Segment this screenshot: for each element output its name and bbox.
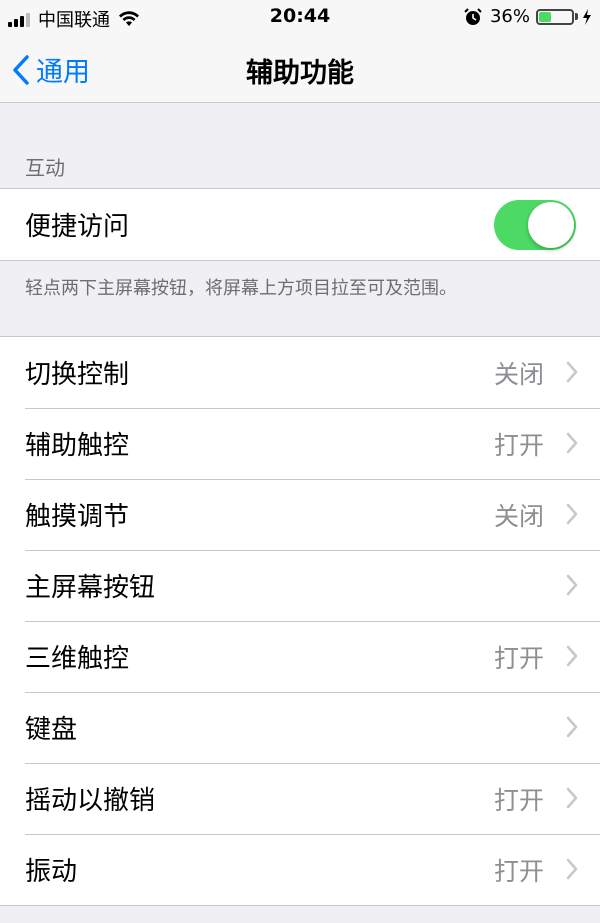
list-item[interactable]: 摇动以撤销 打开 xyxy=(0,763,600,834)
navigation-bar: 通用 辅助功能 xyxy=(0,34,600,103)
chevron-right-icon xyxy=(566,574,578,596)
section-header: 互动 xyxy=(25,156,65,180)
list-item-label: 触摸调节 xyxy=(25,502,130,532)
chevron-right-icon xyxy=(566,645,578,667)
list-item-label: 切换控制 xyxy=(25,360,130,390)
list-item[interactable]: 键盘 xyxy=(0,692,600,763)
page-title: 辅助功能 xyxy=(246,58,354,89)
list-item[interactable]: 振动 打开 xyxy=(0,834,600,905)
list-item-label: 键盘 xyxy=(25,715,78,745)
list-item-label: 主屏幕按钮 xyxy=(25,573,156,603)
list-item-value: 打开 xyxy=(493,431,544,460)
status-right: 36% xyxy=(464,6,592,27)
reachability-row: 便捷访问 xyxy=(0,189,600,260)
list-item-value: 关闭 xyxy=(493,502,544,531)
alarm-icon xyxy=(464,7,482,25)
chevron-right-icon xyxy=(566,503,578,525)
list-item-label: 三维触控 xyxy=(25,644,130,674)
list-item-value: 打开 xyxy=(493,786,544,815)
battery-percent: 36% xyxy=(489,6,530,27)
settings-list: 切换控制 关闭 辅助触控 打开 触摸调节 关闭 主屏幕按钮 三维触控 打开 键盘 摇动以撤销 打开 振动… xyxy=(0,336,600,906)
section-footer: 轻点两下主屏幕按钮，将屏幕上方项目拉至可及范围。 xyxy=(25,278,457,299)
chevron-right-icon xyxy=(566,787,578,809)
toggle-knob xyxy=(528,202,574,248)
battery-fill xyxy=(539,11,551,22)
chevron-right-icon xyxy=(566,858,578,880)
charging-icon xyxy=(583,8,591,25)
chevron-right-icon xyxy=(566,432,578,454)
reachability-label: 便捷访问 xyxy=(25,212,130,242)
list-item-value: 关闭 xyxy=(493,360,544,389)
list-item-value: 打开 xyxy=(493,644,544,673)
chevron-right-icon xyxy=(566,716,578,738)
reachability-toggle[interactable] xyxy=(494,200,576,250)
list-item-value: 打开 xyxy=(493,857,544,886)
list-item[interactable]: 切换控制 关闭 xyxy=(0,337,600,408)
status-bar: 中国联通 20:44 36% xyxy=(0,0,600,34)
reachability-group: 便捷访问 xyxy=(0,188,600,261)
list-item-label: 振动 xyxy=(25,857,78,887)
list-item-label: 辅助触控 xyxy=(25,431,130,461)
list-item[interactable]: 触摸调节 关闭 xyxy=(0,479,600,550)
list-item[interactable]: 辅助触控 打开 xyxy=(0,408,600,479)
list-item[interactable]: 三维触控 打开 xyxy=(0,621,600,692)
list-item-label: 摇动以撤销 xyxy=(25,786,156,816)
battery-icon xyxy=(536,8,574,25)
list-item[interactable]: 主屏幕按钮 xyxy=(0,550,600,621)
battery-cap xyxy=(575,13,578,20)
chevron-right-icon xyxy=(566,361,578,383)
